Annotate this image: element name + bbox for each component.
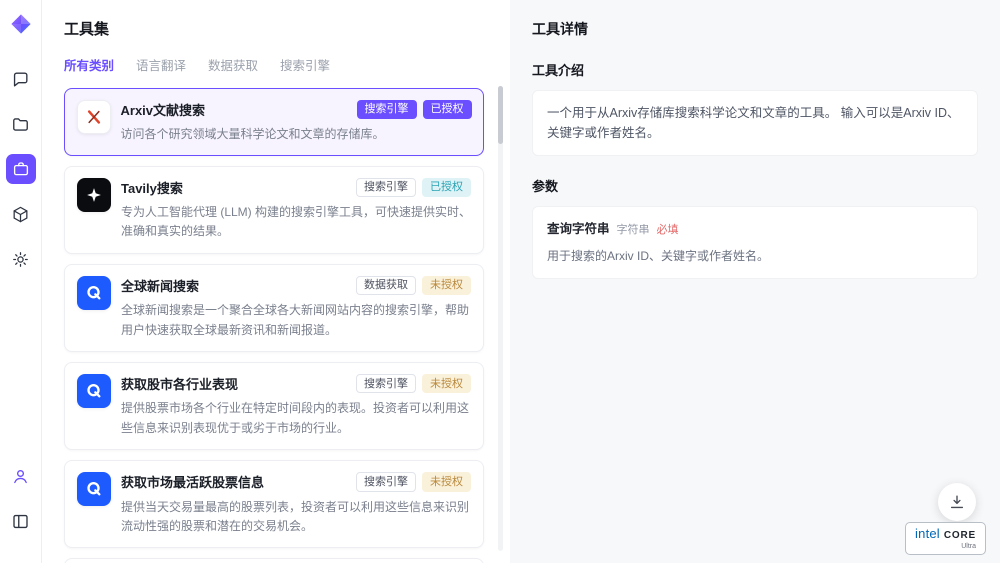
sidebar-bottom bbox=[6, 461, 36, 551]
intro-card: 一个用于从Arxiv存储库搜索科学论文和文章的工具。 输入可以是Arxiv ID… bbox=[532, 90, 978, 156]
q-blue-icon bbox=[77, 276, 111, 310]
tool-card[interactable]: 获取市场最活跃股票信息 搜索引擎 未授权 提供当天交易量最高的股票列表，投资者可… bbox=[64, 460, 484, 548]
param-header: 查询字符串 字符串 必填 bbox=[547, 219, 963, 240]
tool-title: 获取市场最活跃股票信息 bbox=[121, 472, 264, 491]
sidebar-item-plugins[interactable] bbox=[6, 199, 36, 229]
param-card: 查询字符串 字符串 必填 用于搜索的Arxiv ID、关键字或作者姓名。 bbox=[532, 206, 978, 279]
intro-section-title: 工具介绍 bbox=[532, 60, 978, 79]
auth-status-badge: 已授权 bbox=[422, 178, 471, 197]
app-window: 工具集 所有类别语言翻译数据获取搜索引擎 Arxiv文献搜索 搜索引擎 已授权 … bbox=[0, 0, 1000, 563]
gear-icon bbox=[11, 250, 30, 269]
intel-product-text: CORE bbox=[944, 531, 976, 541]
tab-all-categories[interactable]: 所有类别 bbox=[64, 55, 114, 74]
auth-status-badge: 已授权 bbox=[423, 100, 472, 119]
category-tabs: 所有类别 语言翻译 数据获取 搜索引擎 bbox=[64, 55, 484, 74]
intel-brand-text: intel bbox=[915, 527, 940, 540]
category-badge: 数据获取 bbox=[356, 276, 416, 295]
sidebar-item-chat[interactable] bbox=[6, 64, 36, 94]
tab-search-engine[interactable]: 搜索引擎 bbox=[280, 55, 330, 74]
param-required-badge: 必填 bbox=[657, 222, 679, 240]
tool-card[interactable]: 全球新闻搜索 数据获取 未授权 全球新闻搜索是一个聚合全球各大新闻网站内容的搜索… bbox=[64, 264, 484, 352]
tool-title: Tavily搜索 bbox=[121, 178, 183, 197]
param-description: 用于搜索的Arxiv ID、关键字或作者姓名。 bbox=[547, 247, 963, 266]
app-logo[interactable] bbox=[9, 12, 33, 36]
category-badge: 搜索引擎 bbox=[357, 100, 417, 119]
tool-description: 访问各个研究领域大量科学论文和文章的存储库。 bbox=[121, 125, 472, 144]
intel-core-badge: intel CORE Ultra bbox=[905, 522, 986, 555]
tab-data-fetch[interactable]: 数据获取 bbox=[208, 55, 258, 74]
tool-title: Arxiv文献搜索 bbox=[121, 100, 206, 119]
tool-card[interactable]: 获取股市各行业表现 搜索引擎 未授权 提供股票市场各个行业在特定时间段内的表现。… bbox=[64, 362, 484, 450]
auth-status-badge: 未授权 bbox=[422, 472, 471, 491]
tool-description: 专为人工智能代理 (LLM) 构建的搜索引擎工具，可快速提供实时、准确和真实的结… bbox=[121, 203, 471, 242]
user-icon bbox=[11, 467, 30, 486]
sidebar bbox=[0, 0, 42, 563]
tool-title: 获取股市各行业表现 bbox=[121, 374, 238, 393]
briefcase-icon bbox=[12, 160, 30, 178]
intel-sub-text: Ultra bbox=[915, 543, 976, 550]
tool-card[interactable]: Arxiv文献搜索 搜索引擎 已授权 访问各个研究领域大量科学论文和文章的存储库… bbox=[64, 88, 484, 156]
category-badge: 搜索引擎 bbox=[356, 472, 416, 491]
auth-status-badge: 未授权 bbox=[422, 276, 471, 295]
sidebar-item-settings[interactable] bbox=[6, 244, 36, 274]
tool-description: 提供当天交易量最高的股票列表，投资者可以利用这些信息来识别流动性强的股票和潜在的… bbox=[121, 498, 471, 537]
scrollbar-thumb[interactable] bbox=[498, 86, 503, 144]
detail-title: 工具详情 bbox=[532, 19, 978, 39]
tool-detail-panel: 工具详情 工具介绍 一个用于从Arxiv存储库搜索科学论文和文章的工具。 输入可… bbox=[510, 0, 1000, 563]
params-section-title: 参数 bbox=[532, 176, 978, 195]
panel-icon bbox=[11, 512, 30, 531]
sidebar-item-panel[interactable] bbox=[6, 506, 36, 536]
sidebar-item-folder[interactable] bbox=[6, 109, 36, 139]
page-title: 工具集 bbox=[64, 18, 484, 39]
tool-list: Arxiv文献搜索 搜索引擎 已授权 访问各个研究领域大量科学论文和文章的存储库… bbox=[64, 88, 484, 563]
sidebar-item-user[interactable] bbox=[6, 461, 36, 491]
download-icon bbox=[948, 493, 966, 511]
chat-icon bbox=[11, 70, 30, 89]
tool-card[interactable]: Tavily搜索 搜索引擎 已授权 专为人工智能代理 (LLM) 构建的搜索引擎… bbox=[64, 166, 484, 254]
tavily-icon bbox=[77, 178, 111, 212]
tool-list-panel: 工具集 所有类别语言翻译数据获取搜索引擎 Arxiv文献搜索 搜索引擎 已授权 … bbox=[42, 0, 510, 563]
sidebar-item-toolbox[interactable] bbox=[6, 154, 36, 184]
tool-title: 全球新闻搜索 bbox=[121, 276, 199, 295]
arxiv-icon bbox=[77, 100, 111, 134]
box-icon bbox=[11, 205, 30, 224]
tool-card[interactable]: 万维地区新闻查询 搜索引擎 未授权 查询具体行政区划内的新闻，快速了解各地新闻动 bbox=[64, 558, 484, 563]
tab-translation[interactable]: 语言翻译 bbox=[136, 55, 186, 74]
param-type: 字符串 bbox=[617, 222, 650, 240]
q-blue-icon bbox=[77, 374, 111, 408]
category-badge: 搜索引擎 bbox=[356, 178, 416, 197]
intro-text: 一个用于从Arxiv存储库搜索科学论文和文章的工具。 输入可以是Arxiv ID… bbox=[547, 106, 960, 140]
download-button[interactable] bbox=[938, 483, 976, 521]
auth-status-badge: 未授权 bbox=[422, 374, 471, 393]
tool-description: 提供股票市场各个行业在特定时间段内的表现。投资者可以利用这些信息来识别表现优于或… bbox=[121, 399, 471, 438]
scrollbar-track bbox=[498, 86, 503, 551]
tool-description: 全球新闻搜索是一个聚合全球各大新闻网站内容的搜索引擎，帮助用户快速获取全球最新资… bbox=[121, 301, 471, 340]
folder-icon bbox=[11, 115, 30, 134]
sidebar-nav bbox=[6, 64, 36, 289]
param-name: 查询字符串 bbox=[547, 219, 610, 239]
q-blue-icon bbox=[77, 472, 111, 506]
category-badge: 搜索引擎 bbox=[356, 374, 416, 393]
